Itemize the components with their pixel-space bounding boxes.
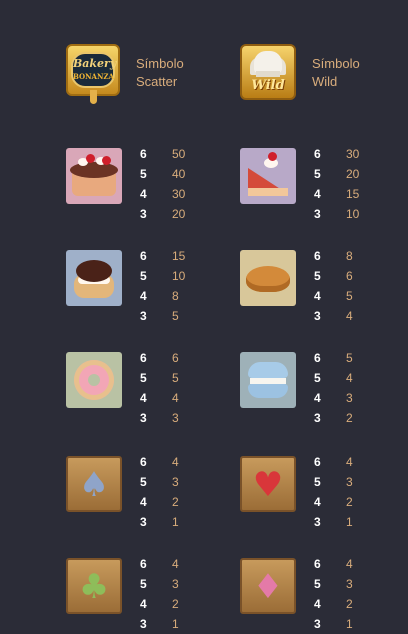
bakery-bonanza-scatter-icon: Bakery BONANZA xyxy=(66,44,120,104)
symbol-row: 65 54 43 32 xyxy=(240,351,353,428)
symbol-row: 6 30 5 20 4 15 3 10 xyxy=(240,147,359,224)
cake-slice-icon xyxy=(240,148,296,204)
symbol-row: ♠ 64 53 42 31 xyxy=(66,455,179,532)
paytable-page: Bakery BONANZA Símbolo Scatter Wild Símbo… xyxy=(0,0,408,631)
symbol-row: ♦ 64 53 42 31 xyxy=(240,557,353,634)
payout-list: 65 54 43 32 xyxy=(314,351,353,425)
heart-icon: ♥ xyxy=(240,456,296,512)
symbol-row: 68 56 45 34 xyxy=(240,249,353,326)
macaron-icon xyxy=(240,352,296,408)
payout-list: 6 30 5 20 4 15 3 10 xyxy=(314,147,360,221)
croissant-icon xyxy=(240,250,296,306)
donut-icon xyxy=(66,352,122,408)
symbol-row: ♥ 64 53 42 31 xyxy=(240,455,353,532)
symbol-row: ♣ 64 53 42 31 xyxy=(66,557,179,634)
scatter-label: Símbolo Scatter xyxy=(136,56,184,89)
club-icon: ♣ xyxy=(66,558,122,614)
wild-label: Símbolo Wild xyxy=(312,56,360,89)
payout-list: 6 15 5 10 48 35 xyxy=(140,249,186,323)
payout-list: 66 55 44 33 xyxy=(140,351,179,425)
payout-list: 64 53 42 31 xyxy=(140,455,179,529)
scatter-symbol: Bakery BONANZA Símbolo Scatter xyxy=(66,44,200,104)
wild-symbol: Wild Símbolo Wild xyxy=(240,44,376,100)
symbol-row: 6 50 5 40 4 30 3 20 xyxy=(66,147,185,224)
payout-list: 6 50 5 40 4 30 3 20 xyxy=(140,147,186,221)
diamond-icon: ♦ xyxy=(240,558,296,614)
layer-cake-icon xyxy=(66,148,122,204)
symbol-row: 66 55 44 33 xyxy=(66,351,179,428)
chef-hat-wild-icon: Wild xyxy=(240,44,296,100)
cream-puff-icon xyxy=(66,250,122,306)
payout-list: 64 53 42 31 xyxy=(314,557,353,631)
payout-list: 64 53 42 31 xyxy=(140,557,179,631)
payout-list: 64 53 42 31 xyxy=(314,455,353,529)
payout-list: 68 56 45 34 xyxy=(314,249,353,323)
symbol-row: 6 15 5 10 48 35 xyxy=(66,249,185,326)
spade-icon: ♠ xyxy=(66,456,122,512)
